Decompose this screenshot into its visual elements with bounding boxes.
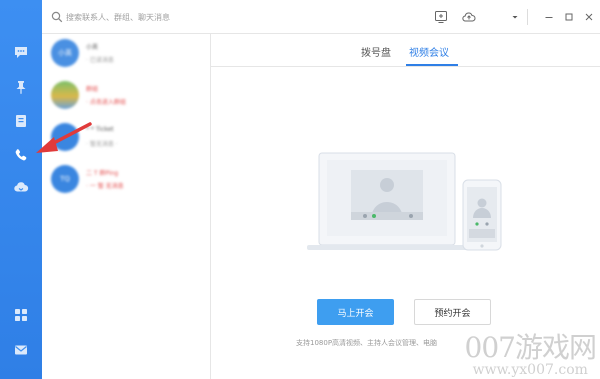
contact-last-message: · 已读消息 [86, 57, 114, 64]
cloud-icon[interactable] [11, 177, 31, 197]
avatar: 小英 [51, 39, 79, 67]
feature-description: 支持1080P高清视频、主持人会议管理、电脑 [296, 339, 438, 347]
main-panel: 拨号盘 视频会议 马上开会 预约开会 支持1080P高清视频、主持人会议管理、电… [211, 34, 600, 379]
list-item[interactable]: 群组 · 点击进入群组 [42, 78, 210, 118]
search-input[interactable] [66, 8, 266, 26]
schedule-meeting-button[interactable]: 预约开会 [414, 299, 491, 325]
site-watermark: 007游戏网 www.yx007.com [464, 331, 597, 378]
cloud-upload-icon[interactable] [462, 10, 476, 24]
minimize-icon[interactable] [542, 10, 556, 24]
tab-video-meeting[interactable]: 视频会议 [409, 44, 449, 59]
contact-last-message: · 点击进入群组 [86, 99, 126, 106]
search-icon [51, 11, 63, 23]
watermark-url: www.yx007.com [472, 362, 588, 378]
screen-share-icon[interactable] [434, 10, 448, 24]
active-tab-indicator [406, 64, 458, 66]
pin-icon[interactable] [11, 77, 31, 97]
list-item[interactable]: TQ 二 T 群Ping · 一 暂 无消息 [42, 162, 210, 202]
avatar: TQ [51, 165, 79, 193]
maximize-icon[interactable] [562, 10, 576, 24]
left-sidebar [0, 0, 42, 379]
close-icon[interactable] [582, 10, 596, 24]
tab-dialpad[interactable]: 拨号盘 [361, 44, 391, 59]
chat-bubble-icon[interactable] [11, 42, 31, 62]
contact-name: 小英 [86, 44, 99, 51]
video-meeting-illustration [307, 152, 502, 251]
annotation-arrow-icon [36, 122, 92, 153]
contact-name: 二 T 群Ping [86, 170, 119, 177]
dropdown-caret-icon[interactable] [508, 10, 522, 24]
top-bar [42, 0, 600, 34]
toolbar-divider [527, 9, 528, 25]
contact-last-message: · 一 暂 无消息 [86, 183, 124, 190]
contact-list: 小英 小英 · 已读消息 群组 · 点击进入群组 * * Ticket · 暂无… [42, 34, 211, 379]
list-item[interactable]: 小英 小英 · 已读消息 [42, 36, 210, 76]
avatar [51, 81, 79, 109]
mail-icon[interactable] [11, 340, 31, 360]
contact-name: 群组 [86, 86, 99, 93]
tab-bar: 拨号盘 视频会议 [211, 34, 600, 67]
start-meeting-button[interactable]: 马上开会 [317, 299, 394, 325]
watermark-title: 007游戏网 [464, 331, 597, 364]
apps-grid-icon[interactable] [11, 305, 31, 325]
